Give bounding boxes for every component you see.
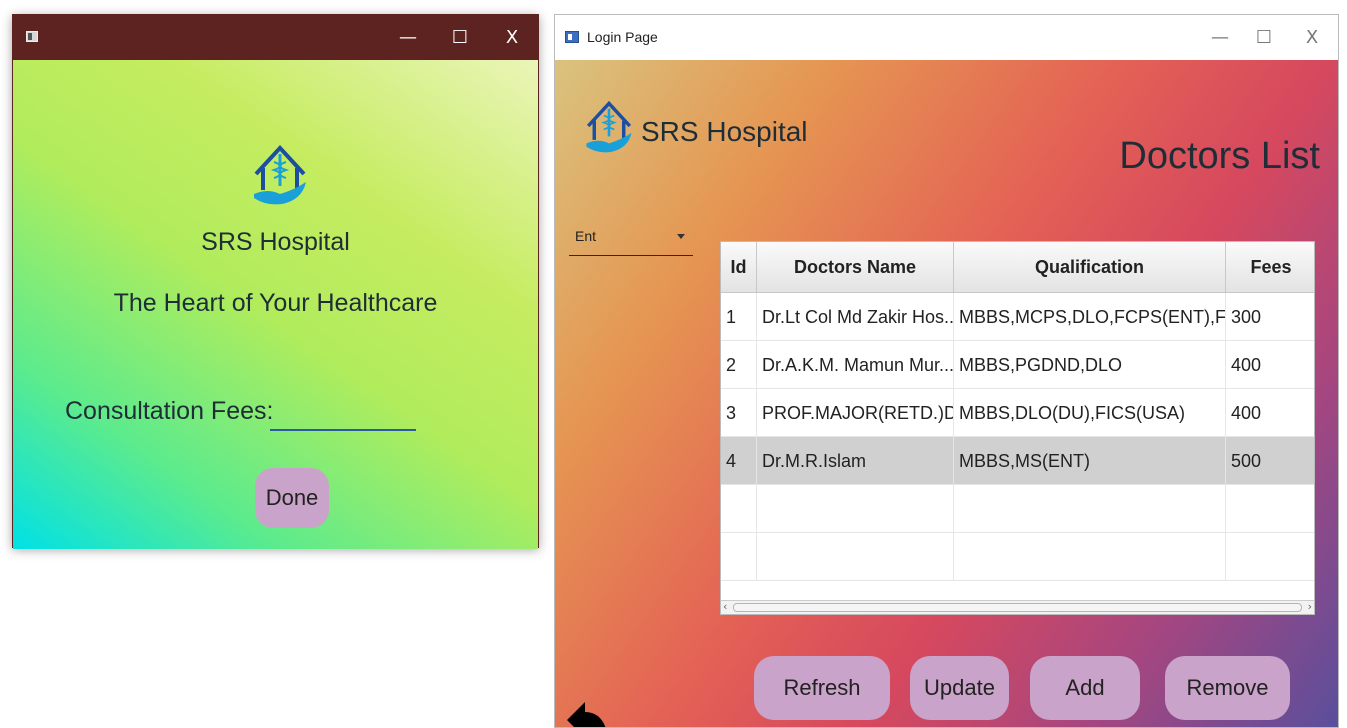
maximize-button[interactable]: ☐	[445, 25, 475, 51]
add-button[interactable]: Add	[1030, 656, 1140, 720]
cell-id: 3	[721, 389, 757, 437]
app-icon	[26, 31, 38, 42]
table-row[interactable]: 1 Dr.Lt Col Md Zakir Hos... MBBS,MCPS,DL…	[721, 293, 1314, 341]
cell-id: 1	[721, 293, 757, 341]
horizontal-scrollbar[interactable]: ‹ ›	[721, 600, 1314, 614]
cell-name: Dr.A.K.M. Mamun Mur...	[757, 341, 954, 389]
table-header: Id Doctors Name Qualification Fees	[721, 242, 1314, 293]
department-select-value: Ent	[575, 228, 597, 244]
app-icon	[565, 31, 579, 43]
department-select[interactable]: Ent	[569, 212, 693, 256]
title-bar[interactable]: Login Page — ☐ X	[555, 15, 1338, 60]
hospital-logo-icon	[254, 145, 306, 205]
done-button[interactable]: Done	[255, 468, 329, 528]
table-row[interactable]: 2 Dr.A.K.M. Mamun Mur... MBBS,PGDND,DLO …	[721, 341, 1314, 389]
cell-qualification: MBBS,MCPS,DLO,FCPS(ENT),FA...	[954, 293, 1226, 341]
cell-name: PROF.MAJOR(RETD.)D...	[757, 389, 954, 437]
cell-id: 2	[721, 341, 757, 389]
doctors-list-window: Login Page — ☐ X SRS Hospital Doctors Li…	[554, 14, 1339, 728]
dialog-body: SRS Hospital The Heart of Your Healthcar…	[13, 60, 538, 549]
title-bar[interactable]: — ☐ X	[13, 15, 538, 60]
hospital-name: SRS Hospital	[201, 228, 350, 256]
refresh-button[interactable]: Refresh	[754, 656, 890, 720]
column-header-qualification[interactable]: Qualification	[954, 242, 1226, 293]
close-button[interactable]: X	[497, 25, 527, 51]
cell-fees: 400	[1231, 355, 1262, 375]
minimize-button[interactable]: —	[1205, 25, 1235, 51]
cell-qualification: MBBS,DLO(DU),FICS(USA)	[954, 389, 1226, 437]
table-row-empty	[721, 533, 1314, 581]
cell-fees: 400	[1231, 403, 1262, 423]
cell-qualification: MBBS,MS(ENT)	[954, 437, 1226, 485]
table-row-selected[interactable]: 4 Dr.M.R.Islam MBBS,MS(ENT) 500	[721, 437, 1314, 485]
scroll-left-icon[interactable]: ‹	[723, 600, 727, 613]
table-row[interactable]: 3 PROF.MAJOR(RETD.)D... MBBS,DLO(DU),FIC…	[721, 389, 1314, 437]
consultation-fees-input[interactable]	[270, 395, 416, 431]
scrollbar-thumb[interactable]	[733, 603, 1302, 612]
hospital-logo-icon	[586, 100, 632, 153]
minimize-button[interactable]: —	[393, 25, 423, 51]
cell-qualification: MBBS,PGDND,DLO	[954, 341, 1226, 389]
cell-name: Dr.Lt Col Md Zakir Hos...	[757, 293, 954, 341]
window-body: SRS Hospital Doctors List Ent Id Doctors…	[555, 60, 1338, 728]
window-title: Login Page	[587, 29, 658, 45]
cell-fees: 300	[1231, 307, 1262, 327]
hospital-name: SRS Hospital	[641, 116, 808, 147]
cell-name: Dr.M.R.Islam	[757, 437, 954, 485]
close-button[interactable]: X	[1297, 25, 1327, 51]
maximize-button[interactable]: ☐	[1249, 25, 1279, 51]
cell-id: 4	[721, 437, 757, 485]
consultation-fees-label: Consultation Fees:	[65, 397, 274, 425]
hospital-tagline: The Heart of Your Healthcare	[113, 289, 438, 317]
column-header-name[interactable]: Doctors Name	[757, 242, 954, 293]
doctors-table: Id Doctors Name Qualification Fees 1 Dr.…	[720, 241, 1315, 615]
remove-button[interactable]: Remove	[1165, 656, 1290, 720]
column-header-fees[interactable]: Fees	[1226, 242, 1314, 293]
table-row-empty	[721, 485, 1314, 533]
cell-fees: 500	[1231, 451, 1262, 471]
scroll-right-icon[interactable]: ›	[1308, 600, 1312, 613]
chevron-down-icon	[677, 234, 685, 239]
update-button[interactable]: Update	[910, 656, 1009, 720]
fees-dialog-window: — ☐ X SRS Hospital The Heart of Your Hea…	[12, 14, 539, 549]
column-header-id[interactable]: Id	[721, 242, 757, 293]
page-title: Doctors List	[1119, 135, 1320, 177]
back-arrow-icon[interactable]	[565, 700, 611, 728]
